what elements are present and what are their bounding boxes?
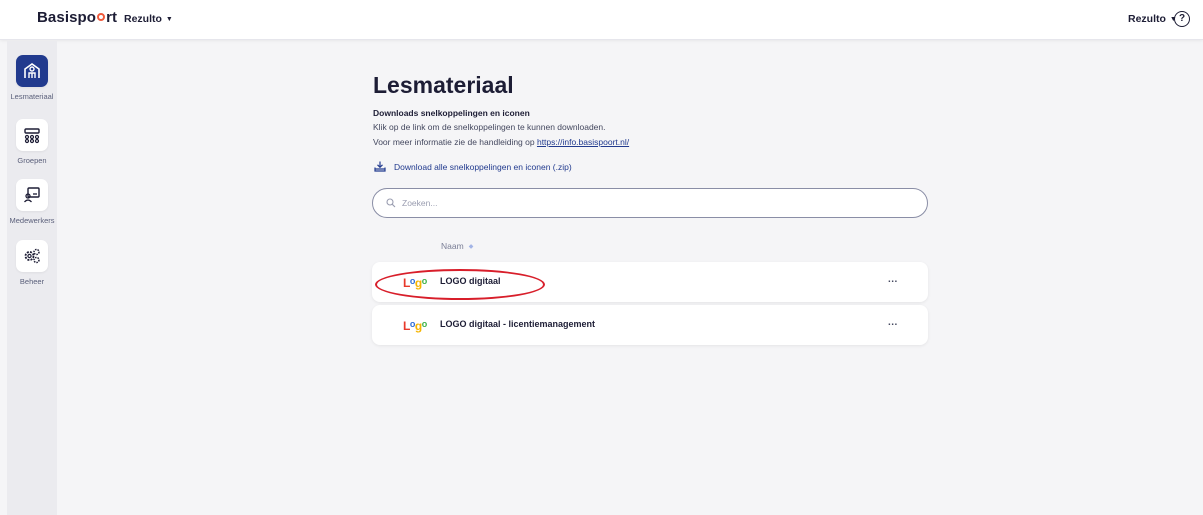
gears-icon <box>24 248 40 264</box>
brand-text-start: Basispo <box>37 9 97 26</box>
more-options-icon[interactable]: ... <box>888 317 898 328</box>
sidebar-item-medewerkers[interactable]: Medewerkers <box>7 179 57 225</box>
brand-dot-icon <box>97 13 106 21</box>
list-item[interactable]: Logo LOGO digitaal ... <box>372 262 928 302</box>
teacher-board-icon <box>24 187 40 203</box>
caret-down-icon: ▼ <box>165 15 173 23</box>
description-line-2: Voor meer informatie zie de handleiding … <box>373 137 629 147</box>
search-input[interactable] <box>402 198 902 208</box>
sidebar-item-lesmateriaal-button[interactable] <box>16 55 48 87</box>
top-bar: Basispo rt Rezulto ▼ Rezulto ▼ ? <box>0 0 1203 40</box>
sidebar-item-label: Groepen <box>17 156 47 165</box>
page-title: Lesmateriaal <box>373 72 514 98</box>
sidebar-item-beheer[interactable]: Beheer <box>7 240 57 286</box>
sidebar-item-lesmateriaal[interactable]: Lesmateriaal <box>7 55 57 101</box>
brand-logo[interactable]: Basispo rt <box>37 9 117 26</box>
download-icon <box>374 161 386 172</box>
more-options-icon[interactable]: ... <box>888 274 898 285</box>
column-header-name[interactable]: Naam ◆ <box>441 241 473 251</box>
logo-app-icon: Logo <box>403 319 427 333</box>
logo-app-icon: Logo <box>403 276 427 290</box>
list-item-name[interactable]: LOGO digitaal - licentiemanagement <box>440 319 595 329</box>
sidebar-item-label: Medewerkers <box>9 216 55 225</box>
search-bar[interactable] <box>372 188 928 218</box>
list-item[interactable]: Logo LOGO digitaal - licentiemanagement … <box>372 305 928 345</box>
sidebar-item-label: Beheer <box>19 277 45 286</box>
organization-menu[interactable]: Rezulto ▼ <box>124 13 173 25</box>
help-icon[interactable]: ? <box>1174 11 1190 27</box>
help-link[interactable]: https://info.basispoort.nl/ <box>537 137 629 147</box>
user-menu-label: Rezulto <box>1128 13 1166 25</box>
list-item-name[interactable]: LOGO digitaal <box>440 276 501 286</box>
description-line-1: Klik op de link om de snelkoppelingen te… <box>373 122 606 132</box>
search-icon <box>386 198 396 208</box>
brand-text-end: rt <box>106 9 118 26</box>
description-prefix: Voor meer informatie zie de handleiding … <box>373 137 537 147</box>
sidebar-item-beheer-button[interactable] <box>16 240 48 272</box>
organization-menu-label: Rezulto <box>124 13 162 25</box>
sidebar-item-medewerkers-button[interactable] <box>16 179 48 211</box>
download-all-label: Download alle snelkoppelingen en iconen … <box>394 161 572 172</box>
sidebar: Lesmateriaal Groepen Medewerkers Beheer <box>7 41 57 515</box>
user-menu[interactable]: Rezulto ▼ <box>1128 13 1177 25</box>
group-icon <box>24 128 40 144</box>
section-subtitle: Downloads snelkoppelingen en iconen <box>373 108 530 118</box>
sidebar-item-label: Lesmateriaal <box>10 92 54 101</box>
sidebar-item-groepen-button[interactable] <box>16 119 48 151</box>
sidebar-item-groepen[interactable]: Groepen <box>7 119 57 165</box>
download-all-link[interactable]: Download alle snelkoppelingen en iconen … <box>374 161 572 172</box>
sort-icon[interactable]: ◆ <box>469 243 474 250</box>
column-header-label: Naam <box>441 241 464 251</box>
book-building-icon <box>24 63 40 78</box>
